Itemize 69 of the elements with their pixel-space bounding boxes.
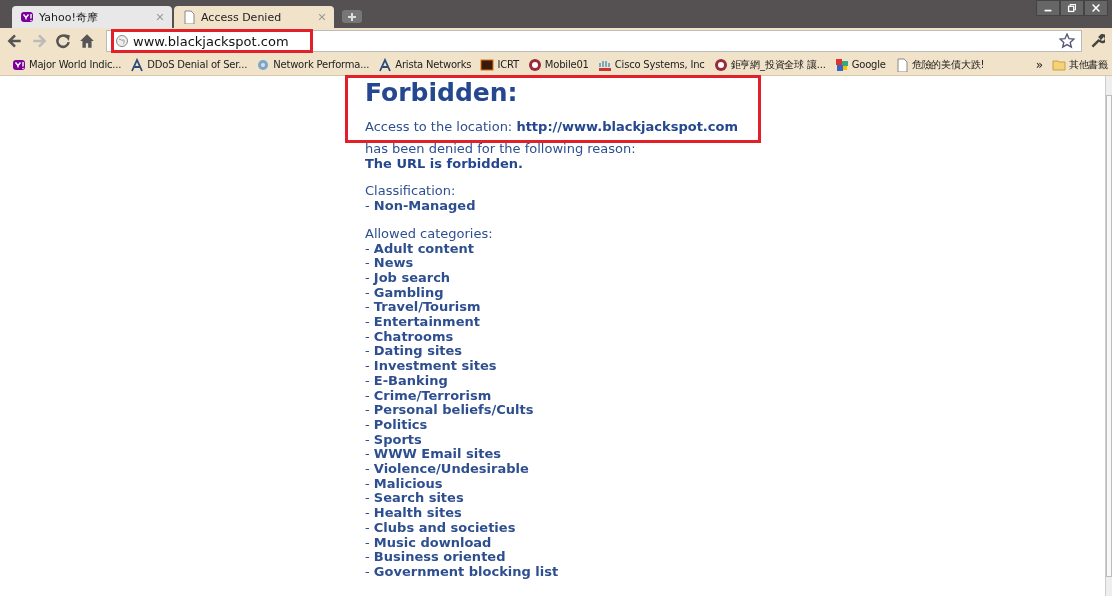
letter-a-icon bbox=[378, 57, 393, 72]
category-item: - Business oriented bbox=[365, 550, 507, 565]
page-heading: Forbidden: bbox=[365, 78, 519, 108]
category-item: - Music download bbox=[365, 535, 493, 551]
category-item: - Gambling bbox=[365, 285, 445, 301]
classification-label: Classification: bbox=[365, 184, 457, 200]
starburst-icon bbox=[256, 57, 271, 72]
category-item: - News bbox=[365, 256, 415, 271]
round-logo-icon bbox=[527, 57, 542, 72]
scrollbar[interactable] bbox=[1105, 76, 1112, 596]
category-item: - Adult content bbox=[365, 241, 475, 257]
back-arrow-icon[interactable] bbox=[7, 33, 23, 49]
home-icon[interactable] bbox=[79, 33, 95, 49]
category-item: - Violence/Undesirable bbox=[365, 462, 530, 477]
category-item: - Malicious bbox=[365, 476, 444, 492]
bookmark-item[interactable]: Arista Networks bbox=[378, 57, 472, 72]
new-tab-button[interactable] bbox=[342, 10, 362, 23]
address-bar[interactable]: www.blackjackspot.com bbox=[106, 30, 1082, 52]
scrollbar-thumb[interactable] bbox=[1106, 95, 1112, 577]
category-item: - Job search bbox=[365, 270, 452, 286]
bookmark-item[interactable]: Cisco Systems, Inc bbox=[597, 57, 705, 72]
colored-blocks-icon bbox=[834, 57, 849, 72]
category-item: - Government blocking list bbox=[365, 565, 560, 580]
square-logo-icon bbox=[480, 57, 495, 72]
reason-text: The URL is forbidden. bbox=[365, 156, 524, 172]
overflow-chevron[interactable]: » bbox=[1035, 57, 1043, 72]
folder-icon bbox=[1051, 57, 1066, 72]
bookmark-item[interactable]: DDoS Denial of Ser... bbox=[130, 57, 248, 72]
category-item: - Sports bbox=[365, 432, 422, 448]
category-item: - Personal beliefs/Cults bbox=[365, 403, 535, 418]
bookmark-item[interactable]: Google bbox=[834, 57, 886, 72]
plus-icon bbox=[347, 11, 357, 22]
category-item: - E-Banking bbox=[365, 373, 449, 389]
bookmark-item[interactable]: Network Performa... bbox=[256, 57, 370, 72]
bookmark-item[interactable]: 鉅亨網_投資全球 讓... bbox=[713, 57, 826, 72]
other-bookmarks-folder[interactable]: 其他書籤 bbox=[1051, 57, 1108, 72]
browser-tab[interactable]: Access Denied bbox=[174, 6, 334, 28]
star-icon[interactable] bbox=[1059, 33, 1075, 49]
page-icon bbox=[894, 57, 909, 72]
category-item: - Politics bbox=[365, 417, 429, 433]
category-item: - Search sites bbox=[365, 491, 465, 507]
site-logo-icon bbox=[12, 57, 26, 72]
category-item: - Travel/Tourism bbox=[365, 300, 482, 316]
category-item: - Investment sites bbox=[365, 359, 498, 374]
bookmark-item[interactable]: ICRT bbox=[480, 57, 519, 72]
globe-icon bbox=[115, 34, 129, 48]
restore-icon[interactable] bbox=[1066, 2, 1078, 14]
browser-tab[interactable]: Yahoo!奇摩 bbox=[12, 6, 172, 28]
category-item: - Entertainment bbox=[365, 315, 481, 330]
classification-value: - Non-Managed bbox=[365, 199, 477, 214]
categories-label: Allowed categories: bbox=[365, 226, 494, 242]
category-item: - Crime/Terrorism bbox=[365, 388, 493, 404]
site-logo-icon bbox=[20, 10, 34, 24]
category-item: - Clubs and societies bbox=[365, 520, 517, 536]
page-icon bbox=[182, 10, 196, 24]
bookmark-item[interactable]: Mobile01 bbox=[527, 57, 589, 72]
category-item: - Health sites bbox=[365, 506, 463, 521]
category-item: - Chatrooms bbox=[365, 329, 455, 345]
reason-intro: has been denied for the following reason: bbox=[365, 142, 637, 157]
category-item: - WWW Email sites bbox=[365, 447, 502, 463]
round-logo-icon bbox=[713, 57, 728, 72]
bookmark-item[interactable]: 危險的美債大跌! bbox=[894, 57, 985, 72]
wrench-icon[interactable] bbox=[1089, 33, 1105, 49]
letter-a-icon bbox=[130, 57, 145, 72]
bookmark-item[interactable]: Major World Indic... bbox=[12, 57, 122, 72]
reload-icon[interactable] bbox=[55, 33, 71, 49]
url-text: www.blackjackspot.com bbox=[133, 33, 289, 49]
access-message: Access to the location: http://www.blackjackspot.com bbox=[365, 118, 739, 136]
category-item: - Dating sites bbox=[365, 344, 464, 360]
